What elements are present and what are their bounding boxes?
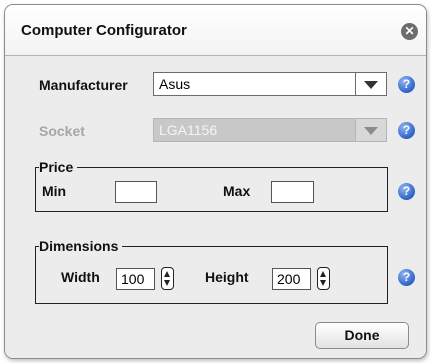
max-price-label: Max: [223, 183, 251, 199]
socket-label: Socket: [39, 123, 85, 139]
done-button[interactable]: Done: [315, 322, 409, 349]
max-price-input[interactable]: [271, 181, 314, 203]
chevron-down-icon: [364, 81, 378, 89]
price-group: Price Min Max: [35, 159, 388, 212]
height-input[interactable]: [272, 268, 311, 290]
dimensions-group: Dimensions Width Height: [35, 238, 388, 304]
manufacturer-select[interactable]: Asus: [153, 72, 387, 96]
manufacturer-select-value: Asus: [159, 76, 191, 92]
width-label: Width: [61, 269, 100, 285]
min-price-label: Min: [42, 183, 67, 199]
close-icon[interactable]: ✕: [401, 23, 418, 40]
help-icon[interactable]: ?: [398, 76, 415, 93]
width-input[interactable]: [116, 268, 155, 290]
socket-select[interactable]: LGA1156: [153, 118, 387, 142]
chevron-down-icon: [364, 127, 378, 135]
dialog-body: Manufacturer Asus ? Socket LGA1156 ? Pri…: [5, 56, 426, 358]
help-icon[interactable]: ?: [398, 269, 415, 286]
stepper-down-icon[interactable]: [320, 280, 326, 286]
help-icon[interactable]: ?: [398, 183, 415, 200]
socket-dropdown-button[interactable]: [355, 119, 386, 141]
stepper-up-icon[interactable]: [320, 271, 326, 277]
height-stepper[interactable]: [317, 267, 330, 290]
min-price-input[interactable]: [115, 181, 157, 203]
manufacturer-label: Manufacturer: [39, 77, 128, 93]
manufacturer-dropdown-button[interactable]: [355, 73, 386, 95]
title-bar: Computer Configurator ✕: [5, 5, 426, 56]
stepper-up-icon[interactable]: [164, 271, 170, 277]
height-label: Height: [205, 269, 249, 285]
help-icon[interactable]: ?: [398, 122, 415, 139]
width-stepper[interactable]: [161, 267, 174, 290]
price-group-title: Price: [39, 159, 78, 175]
configurator-dialog: Computer Configurator ✕ Manufacturer Asu…: [4, 4, 427, 359]
dialog-title: Computer Configurator: [21, 22, 187, 39]
stepper-down-icon[interactable]: [164, 280, 170, 286]
dimensions-group-title: Dimensions: [39, 238, 123, 254]
socket-select-value: LGA1156: [159, 122, 218, 138]
